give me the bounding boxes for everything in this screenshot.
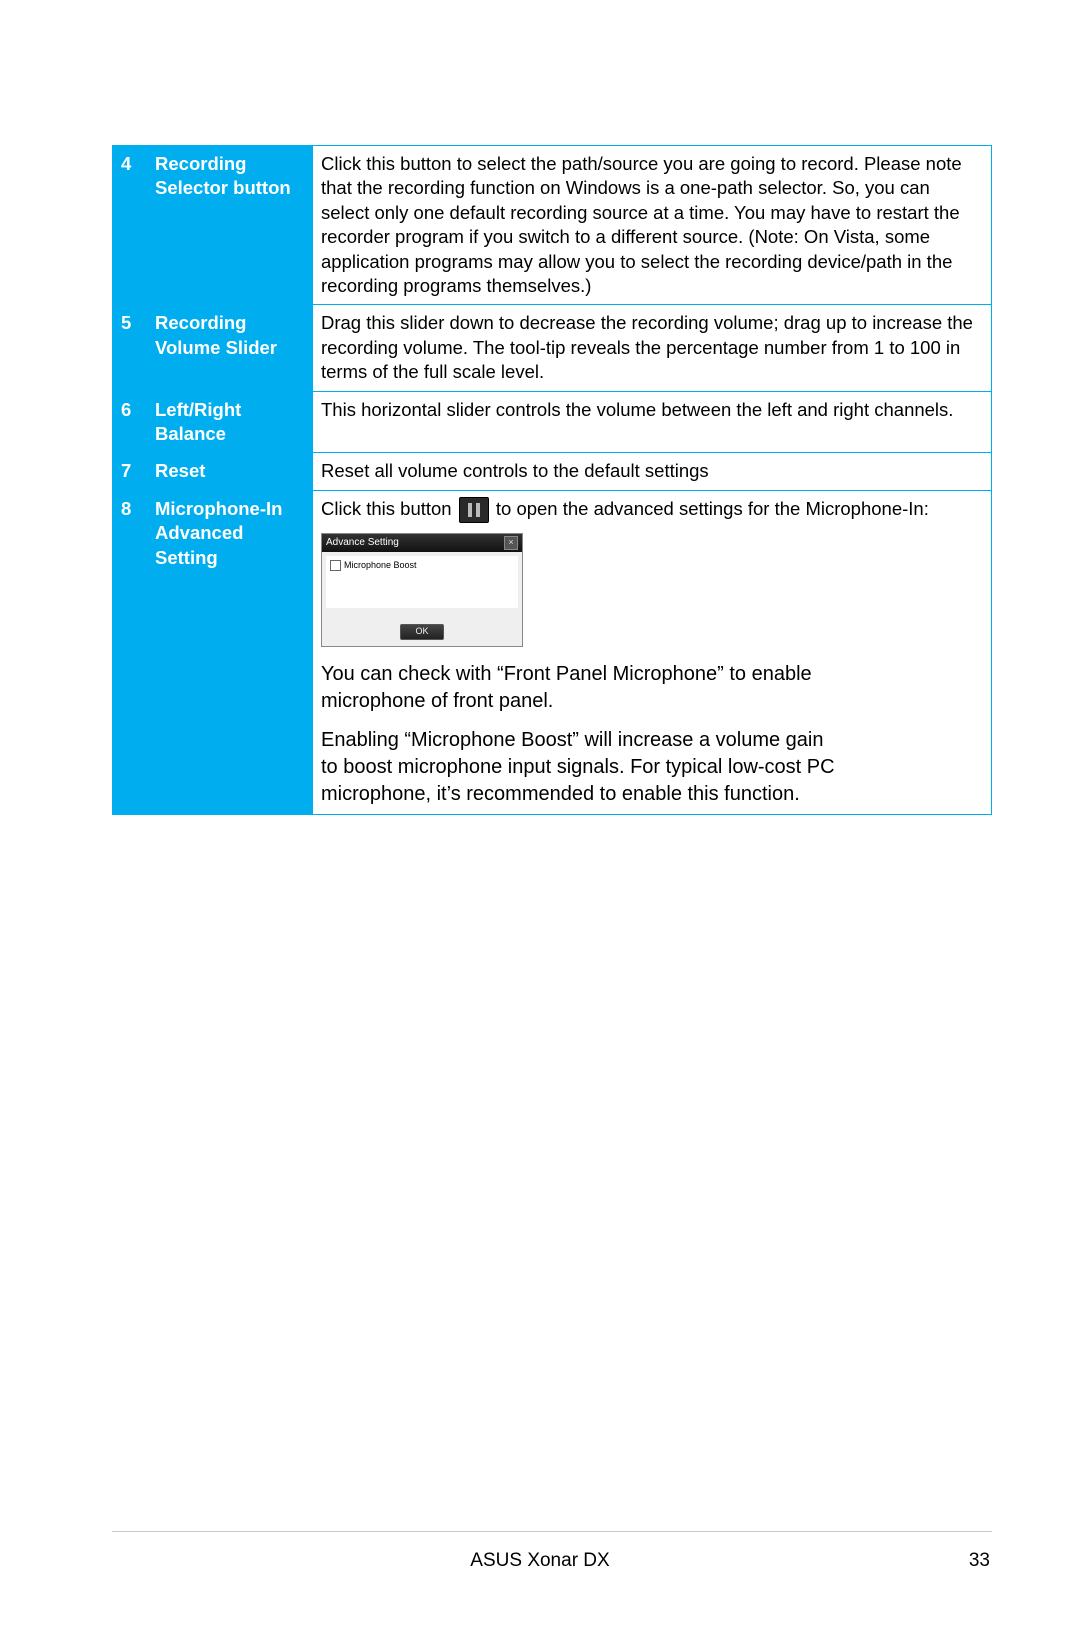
mixer-icon <box>459 497 489 523</box>
row-number: 8 <box>113 490 147 815</box>
table-row: 8 Microphone-In Advanced Setting Click t… <box>113 490 992 815</box>
document-page: 4 Recording Selector button Click this b… <box>0 0 1080 1627</box>
desc-text-pre: Click this button <box>321 498 457 519</box>
row-number: 4 <box>113 146 147 305</box>
row-label: Reset <box>147 453 313 490</box>
close-icon[interactable]: × <box>504 536 518 550</box>
row-description: Click this button to select the path/sou… <box>313 146 992 305</box>
table-row: 5 Recording Volume Slider Drag this slid… <box>113 305 992 391</box>
product-name: ASUS Xonar DX <box>470 1550 609 1572</box>
row-label: Recording Selector button <box>147 146 313 305</box>
microphone-boost-checkbox[interactable]: Microphone Boost <box>330 560 514 572</box>
page-footer: ASUS Xonar DX 33 <box>0 1550 1080 1572</box>
row-label: Left/Right Balance <box>147 391 313 453</box>
desc-paragraph: You can check with “Front Panel Micropho… <box>321 661 841 715</box>
dialog-footer: OK <box>322 612 522 646</box>
checkbox-icon <box>330 560 341 571</box>
feature-table: 4 Recording Selector button Click this b… <box>112 145 992 815</box>
checkbox-label: Microphone Boost <box>344 560 417 572</box>
row-description: Drag this slider down to decrease the re… <box>313 305 992 391</box>
row-number: 7 <box>113 453 147 490</box>
row-label: Recording Volume Slider <box>147 305 313 391</box>
dialog-titlebar: Advance Setting × <box>322 534 522 552</box>
desc-text-post: to open the advanced settings for the Mi… <box>496 498 929 519</box>
desc-paragraph: Enabling “Microphone Boost” will increas… <box>321 727 841 808</box>
row-number: 5 <box>113 305 147 391</box>
dialog-title: Advance Setting <box>326 536 399 549</box>
row-description: This horizontal slider controls the volu… <box>313 391 992 453</box>
footer-divider <box>112 1531 992 1532</box>
table-row: 6 Left/Right Balance This horizontal sli… <box>113 391 992 453</box>
table-row: 7 Reset Reset all volume controls to the… <box>113 453 992 490</box>
row-number: 6 <box>113 391 147 453</box>
row-description: Click this button to open the advanced s… <box>313 490 992 815</box>
row-description: Reset all volume controls to the default… <box>313 453 992 490</box>
dialog-body: Microphone Boost <box>326 556 518 608</box>
table-row: 4 Recording Selector button Click this b… <box>113 146 992 305</box>
page-number: 33 <box>969 1550 990 1572</box>
advance-setting-dialog: Advance Setting × Microphone Boost OK <box>321 533 523 647</box>
row-label: Microphone-In Advanced Setting <box>147 490 313 815</box>
ok-button[interactable]: OK <box>400 624 443 640</box>
